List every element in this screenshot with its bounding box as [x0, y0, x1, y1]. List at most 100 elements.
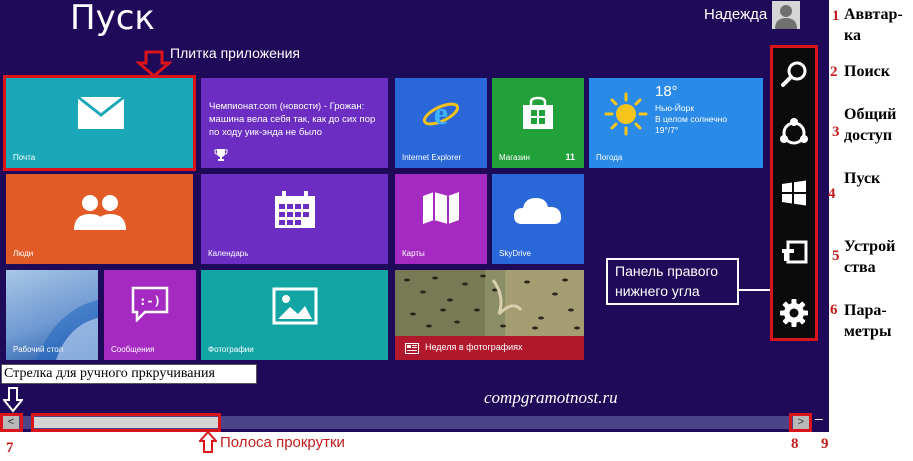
tile-people[interactable]: Люди: [6, 174, 193, 264]
tile-messaging[interactable]: :-) Сообщения: [104, 270, 196, 360]
tile-store[interactable]: Магазин 11: [492, 78, 584, 168]
store-bag-icon: [523, 96, 553, 129]
tile-desktop[interactable]: Рабочий стол: [6, 270, 98, 360]
charms-bar: [770, 45, 818, 341]
charm-settings[interactable]: [773, 292, 815, 334]
minimize-zoom-button[interactable]: –: [815, 411, 825, 425]
svg-text:e: e: [434, 95, 448, 131]
legend-avatar: Аввтар- ка: [844, 4, 903, 46]
tile-photos[interactable]: Фотографии: [201, 270, 388, 360]
scrollbar-thumb-highlight: [31, 413, 221, 432]
watermark: compgramotnost.ru: [484, 388, 618, 407]
charm-search[interactable]: [773, 54, 815, 96]
devices-icon: [782, 240, 808, 264]
search-icon: [781, 61, 807, 87]
user-name[interactable]: Надежда: [704, 6, 767, 23]
legend-share: Общий доступ: [844, 104, 896, 146]
scroll-arrow-annotation: Стрелка для ручного пркручивания: [1, 364, 257, 384]
avatar[interactable]: [772, 1, 800, 29]
callout-connector: [739, 289, 770, 291]
legend-line: Аввтар-: [844, 6, 903, 23]
windows-logo-icon: [782, 180, 806, 206]
legend-line: ства: [844, 259, 876, 276]
picture-icon: [272, 287, 318, 325]
down-arrow-annotation-icon: [136, 50, 172, 78]
svg-text::-): :-): [139, 294, 161, 308]
scrollbar-annotation: Полоса прокрутки: [220, 434, 345, 451]
legend-line: Пара-: [844, 302, 887, 319]
page-title: Пуск: [70, 0, 155, 38]
tile-internet-explorer[interactable]: e Internet Explorer: [395, 78, 487, 168]
up-arrow-annotation-icon: [199, 431, 217, 453]
tile-label: Люди: [13, 249, 34, 258]
legend-line: Общий: [844, 106, 897, 123]
annotation-number: 3: [832, 124, 840, 140]
legend-search: Поиск: [844, 61, 890, 82]
scroll-right-highlight: [789, 413, 812, 432]
callout-line: нижнего угла: [615, 283, 700, 299]
legend-line: метры: [844, 323, 892, 340]
tile-weather[interactable]: 18° Нью-Йорк В целом солнечно 19°/7° Пог…: [589, 78, 763, 168]
charm-devices[interactable]: [773, 232, 815, 274]
tile-photo-week[interactable]: Неделя в фотографиях: [395, 270, 584, 360]
charm-start[interactable]: [773, 172, 815, 214]
news-icon: [405, 343, 419, 354]
user-silhouette-icon: [775, 5, 797, 29]
photo-week-caption-bar: Неделя в фотографиях: [395, 336, 584, 360]
tile-news[interactable]: Чемпионат.com (новости) - Грожан: машина…: [201, 78, 388, 168]
store-badge: 11: [565, 152, 575, 162]
tile-label: Карты: [402, 249, 425, 258]
weather-condition: В целом солнечно: [655, 114, 728, 124]
start-screen: Пуск Надежда Почта Чемпионат.com (новост…: [0, 0, 829, 432]
annotation-number: 4: [828, 186, 836, 202]
tile-label: Internet Explorer: [402, 153, 462, 162]
internet-explorer-icon: e: [422, 95, 460, 131]
trophy-icon: [214, 149, 228, 161]
legend-line: Устрой: [844, 238, 896, 255]
legend-devices: Устрой ства: [844, 236, 895, 278]
annotation-number: 8: [791, 436, 799, 452]
calendar-icon: [275, 191, 315, 228]
charms-panel-annotation: Панель правого нижнего угла: [606, 258, 739, 305]
scroll-left-highlight: [0, 413, 23, 432]
cloud-icon: [514, 198, 562, 224]
sun-icon: [604, 92, 648, 136]
legend-line: Пуск: [844, 170, 881, 187]
chat-bubble-icon: :-): [131, 286, 169, 322]
annotation-number: 9: [821, 436, 829, 452]
tile-label: Рабочий стол: [13, 345, 64, 354]
tile-label: Магазин: [499, 153, 530, 162]
tile-calendar[interactable]: Календарь: [201, 174, 388, 264]
weather-temperature: 18°: [655, 83, 678, 100]
tile-label: SkyDrive: [499, 249, 532, 258]
annotation-number: 5: [832, 248, 840, 264]
tile-maps[interactable]: Карты: [395, 174, 487, 264]
legend-line: доступ: [844, 127, 893, 144]
annotation-number: 1: [832, 8, 840, 24]
callout-line: Панель правого: [615, 263, 719, 279]
tile-skydrive[interactable]: SkyDrive: [492, 174, 584, 264]
news-headline: Чемпионат.com (новости) - Грожан: машина…: [209, 101, 376, 138]
share-icon: [780, 118, 808, 145]
legend-line: ка: [844, 27, 861, 44]
tile-label: Неделя в фотографиях: [425, 342, 523, 352]
app-tile-highlight: [3, 75, 196, 171]
tile-label: Сообщения: [111, 345, 155, 354]
weather-range: 19°/7°: [655, 125, 679, 135]
down-arrow-annotation-icon: [3, 387, 23, 413]
tile-label: Фотографии: [208, 345, 254, 354]
app-tile-annotation: Плитка приложения: [170, 45, 300, 61]
legend-line: Поиск: [844, 63, 890, 80]
annotation-number: 2: [830, 64, 838, 80]
weather-city: Нью-Йорк: [655, 103, 695, 113]
legend-start: Пуск: [844, 168, 880, 189]
map-icon: [423, 192, 459, 224]
gear-icon: [780, 299, 808, 327]
annotation-number: 6: [830, 302, 838, 318]
annotation-number: 7: [6, 440, 14, 456]
tile-label: Календарь: [208, 249, 249, 258]
legend-settings: Пара- метры: [844, 300, 891, 342]
tile-label: Погода: [596, 153, 623, 162]
people-icon: [74, 195, 126, 230]
charm-share[interactable]: [773, 112, 815, 154]
